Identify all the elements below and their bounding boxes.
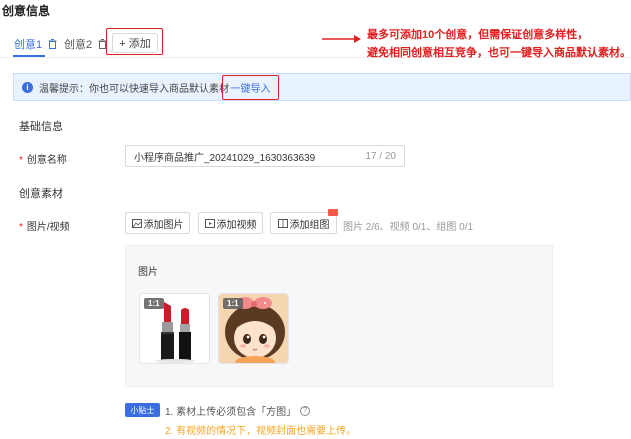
button-label: 添加视频: [216, 219, 257, 231]
required-mark: *: [19, 222, 23, 233]
tips-badge: 小贴士: [125, 403, 160, 417]
video-icon: [204, 218, 215, 228]
tip-text: 1. 素材上传必须包含「方图」: [165, 407, 297, 418]
basic-info-heading: 基础信息: [19, 121, 63, 133]
field-label-text: 图片/视频: [26, 222, 70, 233]
thumbnail-lipstick[interactable]: 1:1: [139, 293, 210, 364]
tip-line-1: 1. 素材上传必须包含「方图」 ?: [165, 403, 311, 418]
add-video-button[interactable]: 添加视频: [198, 212, 263, 234]
image-icon: [131, 218, 142, 228]
material-heading: 创意素材: [19, 188, 63, 200]
tab-creative-2[interactable]: 创意2: [64, 36, 107, 52]
ratio-tag: 1:1: [144, 298, 164, 309]
notice-text: 温馨提示：你也可以快速导入商品默认素材: [39, 83, 229, 95]
button-label: 添加组图: [289, 219, 330, 231]
creative-name-label: * 创意名称: [19, 151, 67, 166]
group-image-icon: [277, 218, 288, 228]
new-badge: [328, 209, 338, 216]
ratio-tag: 1:1: [223, 298, 243, 309]
thumbnail-girl-illustration[interactable]: 1:1: [218, 293, 289, 364]
annotation-line: 避免相同创意相互竞争，也可一键导入商品默认素材。: [367, 47, 631, 59]
tab-creative-1[interactable]: 创意1: [14, 36, 57, 52]
required-mark: *: [19, 155, 23, 166]
add-creative-button[interactable]: + 添加: [112, 33, 158, 53]
arrow-right-icon: [322, 35, 361, 43]
input-value: 小程序商品推广_20241029_1630363639: [134, 152, 316, 164]
add-image-button[interactable]: 添加图片: [125, 212, 190, 234]
tab-label: 创意1: [14, 39, 43, 51]
tab-label: 创意2: [64, 39, 93, 51]
char-counter: 17 / 20: [365, 150, 396, 162]
annotation-line: 最多可添加10个创意，但需保证创意多样性，: [367, 29, 589, 41]
field-label-text: 创意名称: [26, 155, 67, 166]
media-panel-label: 图片: [138, 267, 158, 278]
notice-bar: i 温馨提示：你也可以快速导入商品默认素材: [13, 73, 631, 101]
tip-line-2: 2. 有视频的情况下，视频封面也需要上传。: [165, 426, 357, 437]
annotation-text: 最多可添加10个创意，但需保证创意多样性， 避免相同创意相互竞争，也可一键导入商…: [367, 26, 631, 62]
one-click-import-link[interactable]: 一键导入: [222, 75, 279, 100]
info-icon: i: [22, 81, 33, 93]
image-video-label: * 图片/视频: [19, 218, 70, 233]
trash-icon[interactable]: [48, 39, 57, 49]
section-title: 创意信息: [2, 4, 51, 18]
button-label: 添加图片: [143, 219, 184, 231]
material-stats: 图片 2/6、视频 0/1、组图 0/1: [343, 222, 474, 233]
add-group-image-button[interactable]: 添加组图: [270, 212, 337, 234]
creative-name-input[interactable]: 小程序商品推广_20241029_1630363639 17 / 20: [125, 145, 405, 167]
question-icon[interactable]: ?: [300, 405, 311, 416]
